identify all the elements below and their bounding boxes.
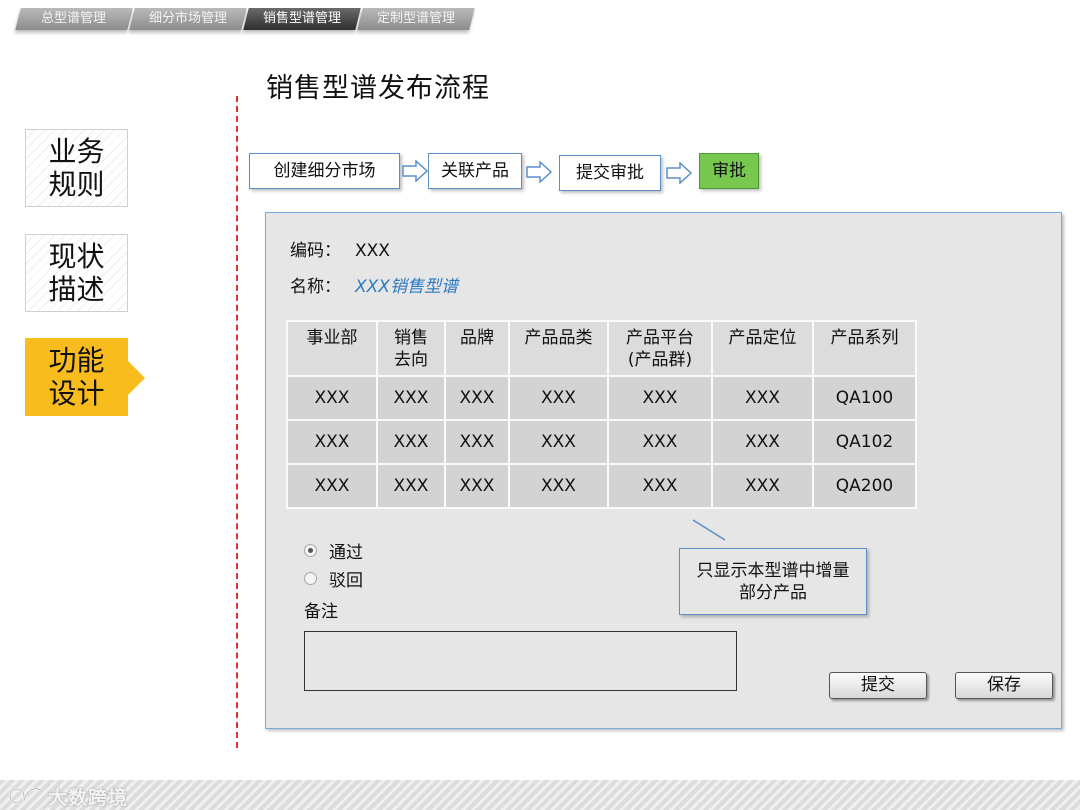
column-header: 销售 去向 [376, 320, 446, 377]
code-field: 编码： XXX [290, 236, 390, 261]
note-label: 备注 [304, 602, 338, 622]
code-label: 编码： [290, 241, 341, 261]
nav-business-rules[interactable]: 业务 规则 [25, 129, 128, 207]
tab-custom-spectrum[interactable]: 定制型谱管理 [357, 8, 475, 30]
watermark-text: 大数跨境 [48, 787, 129, 809]
section-divider [236, 96, 238, 748]
nav-status-description[interactable]: 现状 描述 [25, 234, 128, 312]
name-label: 名称： [290, 277, 341, 297]
submit-button[interactable]: 提交 [829, 672, 927, 699]
table-cell: QA200 [812, 463, 917, 509]
column-header: 产品定位 [711, 320, 814, 377]
table-cell: XXX [444, 419, 510, 465]
table-cell: XXX [607, 463, 713, 509]
flow-step-submit-approval: 提交审批 [559, 155, 661, 191]
watermark-logo-icon [8, 787, 44, 805]
table-header-row: 事业部 销售 去向 品牌 产品品类 产品平台 (产品群) 产品定位 产品系列 [286, 320, 917, 377]
table-cell: XXX [607, 375, 713, 421]
note-textarea[interactable] [304, 631, 737, 691]
top-tab-bar: 总型谱管理 细分市场管理 销售型谱管理 定制型谱管理 [15, 8, 475, 32]
flow-arrow-icon [402, 160, 428, 182]
nav-label: 设计 [48, 377, 105, 410]
callout-note: 只显示本型谱中增量 部分产品 [679, 548, 867, 615]
callout-text: 只显示本型谱中增量 [696, 561, 850, 581]
radio-label: 驳回 [329, 571, 363, 591]
flow-step-create-segment: 创建细分市场 [249, 153, 400, 189]
name-value-link[interactable]: XXX销售型谱 [355, 277, 458, 297]
nav-function-design[interactable]: 功能 设计 [25, 338, 145, 416]
tab-sales-spectrum[interactable]: 销售型谱管理 [243, 8, 361, 30]
table-cell: XXX [711, 375, 814, 421]
tab-overall-spectrum[interactable]: 总型谱管理 [15, 8, 133, 30]
callout-pointer [692, 519, 726, 541]
tab-label: 销售型谱管理 [262, 11, 341, 26]
table-cell: XXX [711, 419, 814, 465]
table-row: XXX XXX XXX XXX XXX XXX QA100 [286, 375, 917, 421]
footer-strip: 大数跨境 [0, 780, 1080, 810]
nav-label: 现状 [48, 240, 105, 273]
table-cell: XXX [286, 463, 378, 509]
radio-label: 通过 [329, 543, 363, 563]
approval-panel: 编码： XXX 名称： XXX销售型谱 事业部 销售 去向 品牌 产品品类 产品平台(… [265, 212, 1062, 729]
flow-step-approve: 审批 [699, 153, 759, 189]
column-header: 产品系列 [812, 320, 917, 377]
table-cell: QA102 [812, 419, 917, 465]
table-cell: XXX [711, 463, 814, 509]
code-value: XXX [355, 241, 390, 261]
product-table: 事业部 销售 去向 品牌 产品品类 产品平台 (产品群) 产品定位 产品系列 XXX… [286, 320, 917, 509]
radio-approve[interactable]: 通过 [304, 538, 363, 563]
tab-label: 总型谱管理 [41, 11, 107, 26]
table-cell: XXX [508, 375, 609, 421]
tab-segment-market[interactable]: 细分市场管理 [129, 8, 247, 30]
nav-label: 业务 [48, 135, 105, 168]
table-cell: XXX [607, 419, 713, 465]
table-cell: QA100 [812, 375, 917, 421]
column-header: 产品品类 [508, 320, 609, 377]
tab-label: 定制型谱管理 [376, 11, 455, 26]
table-cell: XXX [376, 375, 446, 421]
column-header: 产品平台 (产品群) [607, 320, 713, 377]
radio-reject[interactable]: 驳回 [304, 566, 363, 591]
tab-label: 细分市场管理 [148, 11, 227, 26]
flow-arrow-icon [526, 161, 552, 183]
name-field: 名称： XXX销售型谱 [290, 272, 458, 297]
table-cell: XXX [286, 419, 378, 465]
table-cell: XXX [444, 375, 510, 421]
flow-arrow-icon [666, 162, 692, 184]
table-cell: XXX [376, 463, 446, 509]
table-cell: XXX [508, 463, 609, 509]
column-header: 事业部 [286, 320, 378, 377]
table-row: XXX XXX XXX XXX XXX XXX QA102 [286, 419, 917, 465]
flow-step-link-product: 关联产品 [428, 153, 522, 189]
radio-unchecked-icon[interactable] [304, 572, 317, 585]
save-button[interactable]: 保存 [955, 672, 1053, 699]
callout-text: 部分产品 [739, 583, 807, 603]
table-cell: XXX [286, 375, 378, 421]
table-row: XXX XXX XXX XXX XXX XXX QA200 [286, 463, 917, 509]
page-title: 销售型谱发布流程 [266, 73, 490, 104]
radio-checked-icon[interactable] [304, 544, 317, 557]
table-cell: XXX [508, 419, 609, 465]
nav-label: 规则 [48, 168, 105, 201]
table-cell: XXX [444, 463, 510, 509]
nav-label: 描述 [48, 273, 105, 306]
nav-label: 功能 [48, 344, 105, 377]
table-cell: XXX [376, 419, 446, 465]
column-header: 品牌 [444, 320, 510, 377]
